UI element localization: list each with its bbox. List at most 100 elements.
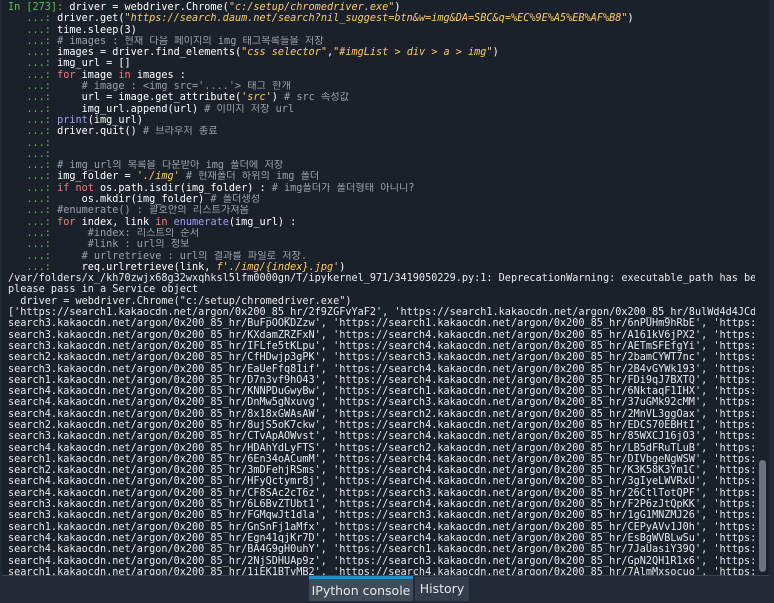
code-line: ...: driver.quit() # 브라우저 종료 — [8, 126, 755, 137]
code-token: ) — [627, 13, 634, 25]
output-line: search3.kakaocdn.net/argon/0x200_85_hr/C… — [8, 431, 755, 443]
console-lines: In [273]: driver = webdriver.Chrome("c:/… — [8, 2, 755, 576]
warning-line: driver = webdriver.Chrome("c:/setup/chro… — [8, 295, 352, 307]
code-line: ...: for image in images : — [8, 70, 755, 81]
continuation-prompt: ...: — [8, 205, 58, 217]
code-token: (img_url) : — [228, 216, 297, 228]
code-token: os.mkdir(img_folder) — [57, 194, 211, 206]
scrollbar-thumb[interactable] — [759, 460, 766, 572]
code-token: url = image.get_attribute( — [57, 92, 242, 104]
code-token: ) — [492, 47, 499, 59]
code-token: req.urlretrieve(link, — [57, 261, 217, 273]
continuation-prompt: ...: — [8, 92, 58, 104]
continuation-prompt: ...: — [8, 69, 58, 81]
code-token: img_url = [] — [57, 58, 131, 70]
code-line: ...: for index, link in enumerate(img_ur… — [8, 217, 755, 228]
code-line: ...: os.mkdir(img_folder) # 폴더생성 — [8, 194, 755, 205]
console-tab-bar: IPython console History — [0, 576, 774, 601]
output-line: ['https://search1.kakaocdn.net/argon/0x2… — [8, 307, 755, 319]
output-line: search4.kakaocdn.net/argon/0x200_85_hr/H… — [8, 476, 755, 488]
code-token: #index: 리스트의 순서 — [57, 227, 200, 239]
ipython-console-output[interactable]: In [273]: driver = webdriver.Chrome("c:/… — [2, 0, 769, 576]
code-token: './img' — [136, 171, 180, 183]
output-line: search2.kakaocdn.net/argon/0x200_85_hr/C… — [8, 352, 755, 364]
code-line: ...: — [8, 149, 755, 160]
output-line: search1.kakaocdn.net/argon/0x200_85_hr/1… — [8, 566, 755, 576]
code-line: ...: #link : url의 정보 — [8, 239, 755, 250]
code-token: images : — [130, 69, 186, 81]
tab-history[interactable]: History — [415, 577, 469, 601]
continuation-prompt: ...: — [8, 126, 58, 138]
output-line: search1.kakaocdn.net/argon/0x200_85_hr/6… — [8, 453, 755, 465]
code-token: # src 속성값 — [284, 92, 349, 104]
continuation-prompt: ...: — [8, 13, 58, 25]
code-token: driver.get( — [57, 13, 125, 25]
continuation-prompt: ...: — [8, 24, 58, 36]
continuation-prompt: ...: — [8, 58, 58, 70]
code-token: # 폴더생성 — [210, 194, 261, 206]
code-line: ...: img_url = [] — [8, 58, 755, 69]
continuation-prompt: ...: — [8, 103, 58, 115]
input-prompt: In [273]: — [8, 2, 70, 13]
continuation-prompt: ...: — [8, 160, 58, 172]
code-line: ...: req.urlretrieve(link, f'./img/{inde… — [8, 262, 755, 273]
continuation-prompt: ...: — [8, 47, 58, 59]
code-token: img_url.append(url) — [57, 103, 205, 115]
continuation-prompt: ...: — [8, 250, 58, 262]
code-token: f'./img/{index}.jpg' — [216, 261, 340, 273]
code-token: # 현재폴더 하위의 img 폴더 — [185, 171, 320, 183]
code-token: # img폴더가 폴더형태 아니니? — [271, 182, 415, 194]
output-line: search3.kakaocdn.net/argon/0x200_85_hr/E… — [8, 363, 755, 375]
code-line: ...: print(img_url) — [8, 115, 755, 126]
continuation-prompt: ...: — [8, 148, 58, 160]
code-line: ...: — [8, 138, 755, 149]
continuation-prompt: ...: — [8, 227, 58, 239]
code-token: # images : 현재 다음 페이지의 img 태그목록들을 저장 — [57, 35, 324, 47]
code-token: ) — [394, 2, 401, 13]
continuation-prompt: ...: — [8, 182, 58, 194]
code-token: for — [57, 69, 76, 81]
code-token: driver = webdriver.Chrome( — [69, 2, 229, 13]
code-token: images = driver.find_elements( — [57, 47, 242, 59]
tab-ipython-console[interactable]: IPython console — [309, 576, 413, 601]
continuation-prompt: ...: — [8, 216, 58, 228]
code-token: image — [75, 69, 119, 81]
output-line: search4.kakaocdn.net/argon/0x200_85_hr/H… — [8, 442, 755, 454]
code-token: "css selector" — [241, 47, 327, 59]
output-line: search3.kakaocdn.net/argon/0x200_85_hr/B… — [8, 318, 755, 330]
code-token: "c:/setup/chromedriver.exe" — [228, 2, 395, 13]
continuation-prompt: ...: — [8, 171, 58, 183]
output-line: search3.kakaocdn.net/argon/0x200_85_hr/F… — [8, 510, 755, 522]
code-token: # urlretrieve : url의 결과를 파일로 저장. — [57, 250, 308, 262]
output-line: search3.kakaocdn.net/argon/0x200_85_hr/K… — [8, 329, 755, 341]
code-token: # img_url의 목록을 다운받아 img 폴더에 저장 — [57, 160, 284, 172]
code-token: if not — [57, 182, 94, 194]
code-line: ...: time.sleep(3) — [8, 25, 755, 36]
output-line: search4.kakaocdn.net/argon/0x200_85_hr/K… — [8, 386, 755, 398]
code-token: "https://search.daum.net/search?nil_sugg… — [124, 13, 628, 25]
code-token: # 브라우저 종료 — [142, 126, 218, 138]
continuation-prompt: ...: — [8, 239, 58, 251]
code-line: ...: driver.get("https://search.daum.net… — [8, 13, 755, 24]
code-token: time.sleep( — [57, 24, 125, 36]
code-token: index, link — [75, 216, 156, 228]
warning-line: please pass in a Service object — [8, 284, 199, 296]
continuation-prompt: ...: — [8, 137, 58, 149]
code-token: (img_url) — [87, 114, 143, 126]
code-token: enumerate — [173, 216, 229, 228]
output-line: search1.kakaocdn.net/argon/0x200_85_hr/G… — [8, 521, 755, 533]
code-token: print — [57, 114, 88, 126]
output-line: search2.kakaocdn.net/argon/0x200_85_hr/3… — [8, 465, 755, 477]
code-token: img_folder = — [57, 171, 137, 183]
output-line: search4.kakaocdn.net/argon/0x200_85_hr/C… — [8, 487, 755, 499]
code-token: ) — [130, 24, 137, 36]
code-token: 'src' — [241, 92, 272, 104]
continuation-prompt: ...: — [8, 114, 58, 126]
code-token: os.path.isdir(img_folder) : — [93, 182, 272, 194]
continuation-prompt: ...: — [8, 35, 58, 47]
code-token: for — [57, 216, 76, 228]
continuation-prompt: ...: — [8, 261, 58, 273]
vertical-scrollbar[interactable] — [757, 0, 768, 575]
code-token: "#imgList > div > a > img" — [333, 47, 493, 59]
code-token: #enumerate() : 괄호안의 리스트가져옴 — [57, 205, 249, 217]
